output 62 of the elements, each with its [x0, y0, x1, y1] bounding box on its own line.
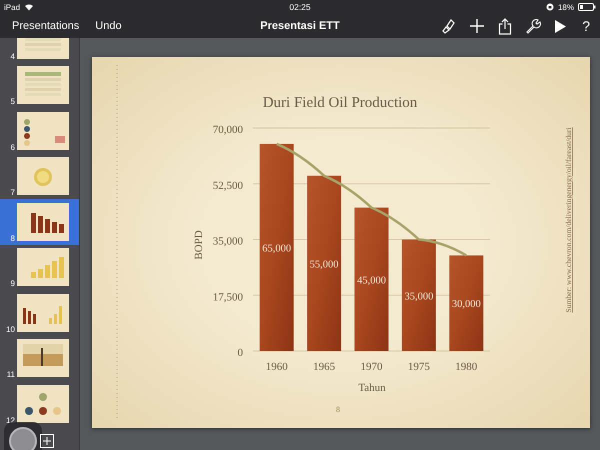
chart-title: Duri Field Oil Production: [262, 95, 418, 111]
bar-value-label: 65,000: [262, 243, 292, 254]
x-axis-label: 1960: [266, 361, 288, 373]
slide-thumbnail-item[interactable]: 5: [0, 62, 79, 108]
presentations-button[interactable]: Presentations: [6, 18, 86, 34]
undo-button[interactable]: Undo: [89, 18, 128, 34]
device-name: iPad: [4, 2, 20, 12]
slide-thumbnail: [17, 157, 69, 196]
slide-number-label: 8: [336, 405, 340, 414]
bar-value-label: 35,000: [404, 291, 434, 302]
slide-thumbnail: [17, 339, 69, 378]
y-axis-label: 17,500: [212, 291, 243, 304]
slide-number: 11: [6, 370, 15, 379]
y-axis-label: 35,000: [212, 236, 243, 248]
y-axis-label: 0: [238, 347, 243, 359]
slide-thumbnail: [17, 294, 69, 332]
slide-number: 6: [10, 142, 15, 152]
x-axis-label: 1980: [455, 361, 478, 373]
slide-thumbnail-item[interactable]: 12: [0, 381, 79, 426]
share-icon[interactable]: [498, 18, 512, 34]
wifi-icon: [24, 3, 34, 11]
slide-thumbnail-item[interactable]: 4: [0, 38, 79, 62]
slide-thumbnail: [17, 202, 69, 241]
bar-value-label: 30,000: [452, 299, 481, 310]
slide-number: 4: [10, 52, 15, 60]
battery-icon: [578, 3, 596, 11]
y-axis-label: 52,500: [212, 180, 243, 192]
slide-number: 7: [10, 188, 15, 197]
slide-thumbnail-item[interactable]: 6: [0, 108, 79, 154]
slide-number: 10: [5, 324, 15, 334]
slide-thumbnail: [17, 248, 69, 286]
document-title: Presentasi ETT: [260, 20, 340, 32]
slide-number: 12: [5, 416, 15, 424]
slide-thumbnail: [17, 384, 69, 423]
add-icon[interactable]: [469, 18, 486, 34]
x-axis-label: 1965: [313, 361, 336, 373]
slide-thumbnail-item[interactable]: 11: [0, 336, 79, 381]
slide-number: 8: [10, 234, 15, 242]
slide-number: 9: [10, 279, 15, 288]
y-axis-label: 70,000: [212, 124, 243, 136]
play-icon[interactable]: [554, 18, 568, 34]
y-axis-title: BOPD: [193, 230, 205, 260]
slide-thumbnail-item[interactable]: 9: [0, 244, 79, 290]
slide-thumbnail: [17, 66, 69, 104]
slide-thumbnail-item[interactable]: 10: [0, 290, 79, 336]
x-axis-label: 1970: [360, 361, 382, 373]
x-axis-title: Tahun: [358, 382, 386, 394]
clock-time: 02:25: [289, 2, 311, 12]
orientation-lock-icon: [546, 3, 554, 11]
wrench-icon[interactable]: [525, 18, 542, 34]
add-slide-icon[interactable]: [40, 434, 54, 448]
slide-thumbnail: [17, 112, 69, 150]
slide-thumbnail-item[interactable]: 8: [0, 199, 79, 244]
x-axis-label: 1975: [408, 361, 430, 373]
slide-thumbnail-item[interactable]: 7: [0, 154, 79, 199]
bar-value-label: 45,000: [357, 275, 386, 286]
help-button[interactable]: ?: [580, 18, 592, 34]
paintbrush-icon[interactable]: [440, 18, 456, 34]
slide-number: 5: [10, 97, 15, 106]
battery-percent: 18%: [558, 2, 574, 12]
bar-value-label: 55,000: [310, 259, 339, 270]
assistive-touch-menu[interactable]: [4, 422, 42, 450]
